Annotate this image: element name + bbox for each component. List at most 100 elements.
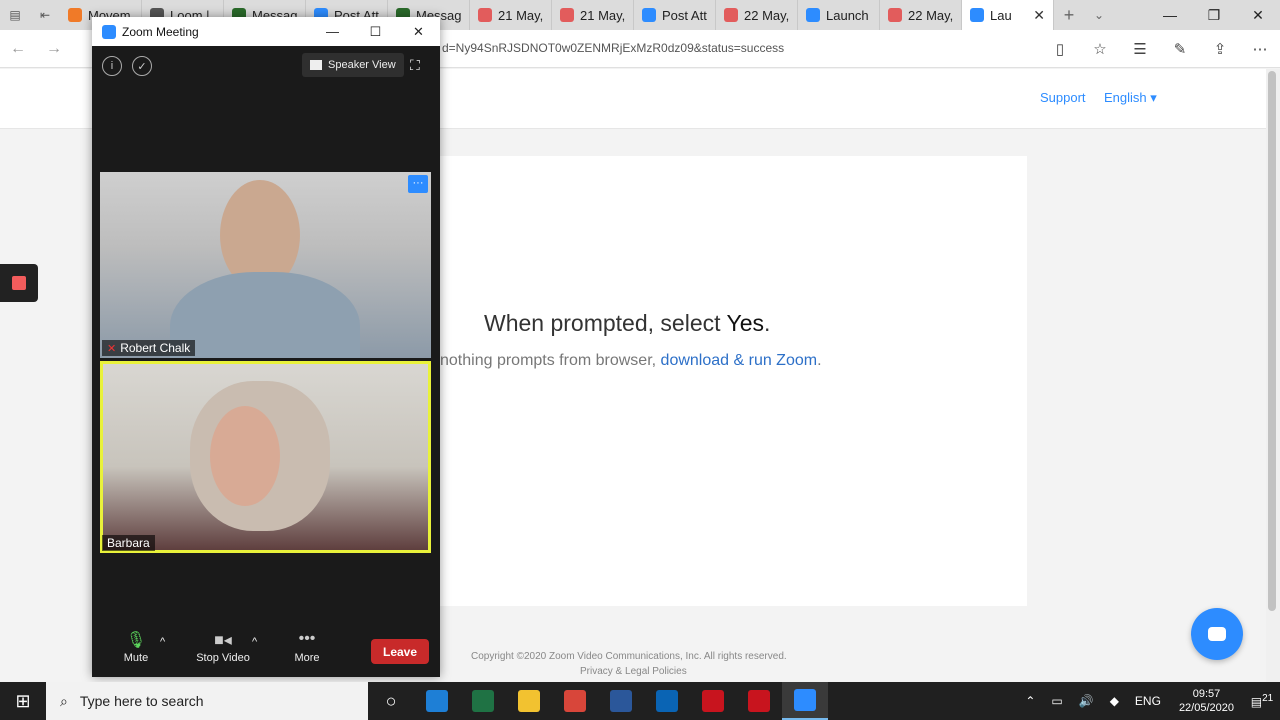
language-dropdown[interactable]: English ▾ (1104, 90, 1157, 106)
show-hidden-icons-chevron-icon[interactable]: ⌃ (1017, 694, 1043, 708)
participant-video (210, 406, 280, 506)
mic-muted-icon: ✕ (107, 342, 117, 355)
tab-label: 21 May, (498, 7, 544, 23)
tab-active[interactable]: Lau ✕ (962, 0, 1054, 30)
language-label: English (1104, 90, 1147, 105)
browser-tab[interactable]: Launch (798, 0, 880, 30)
meeting-info-icon[interactable]: i (102, 56, 122, 76)
back-button[interactable]: ← (0, 30, 36, 68)
tile-more-options-icon[interactable]: ··· (408, 175, 428, 193)
audio-options-chevron-icon[interactable]: ^ (160, 636, 165, 648)
tab-list-chevron-icon[interactable]: ⌄ (1084, 8, 1114, 22)
video-tile-active-speaker[interactable]: Barbara (100, 361, 431, 553)
chrome-icon[interactable] (552, 682, 598, 720)
loom-record-button[interactable] (0, 264, 38, 302)
new-tab-button[interactable]: + (1054, 5, 1084, 26)
acrobat-icon[interactable] (690, 682, 736, 720)
prompt-heading: When prompted, select Yes. (484, 310, 770, 337)
more-button[interactable]: ••• More (290, 630, 324, 664)
zoom-meeting-window: Zoom Meeting — ☐ ✕ i ✓ Speaker View ⛶ ··… (92, 17, 440, 677)
word-icon[interactable] (598, 682, 644, 720)
restore-button[interactable]: ❐ (1192, 0, 1236, 30)
browser-tab[interactable]: 21 May, (470, 0, 552, 30)
clock-date: 22/05/2020 (1178, 702, 1234, 714)
copyright-text: Copyright ©2020 Zoom Video Communication… (471, 651, 787, 662)
tab-favicon-icon (888, 8, 902, 22)
sub-end: . (817, 352, 822, 369)
forward-button[interactable]: → (36, 30, 72, 68)
zoom-icon[interactable] (782, 682, 828, 720)
fullscreen-icon[interactable]: ⛶ (410, 57, 420, 74)
chrome-glyph (564, 690, 586, 712)
web-note-icon[interactable]: ✎ (1160, 40, 1200, 58)
support-link[interactable]: Support (1040, 90, 1086, 105)
search-icon: ⌕ (60, 692, 68, 709)
taskbar-search-box[interactable]: ⌕ Type here to search (46, 682, 368, 720)
security-shield-icon[interactable]: ✓ (132, 56, 152, 76)
zoom-minimize-button[interactable]: — (311, 24, 354, 40)
mute-label: Mute (123, 652, 149, 664)
privacy-link[interactable]: Privacy & Legal Policies (580, 666, 687, 677)
battery-icon[interactable]: ▭ (1043, 694, 1070, 708)
participant-name-tag: Barbara (102, 535, 155, 551)
set-aside-tabs-icon[interactable]: ⇤ (30, 0, 60, 30)
minimize-button[interactable]: — (1148, 0, 1192, 30)
zoom-maximize-button[interactable]: ☐ (354, 24, 397, 40)
video-options-chevron-icon[interactable]: ^ (252, 636, 257, 648)
zoom-favicon-icon (970, 8, 984, 22)
grid-view-icon (310, 60, 322, 70)
cortana-icon[interactable]: ○ (368, 682, 414, 720)
reading-view-icon[interactable]: ▯ (1040, 40, 1080, 58)
mute-button[interactable]: 🎙 Mute (120, 630, 152, 664)
zoom-close-button[interactable]: ✕ (397, 24, 440, 40)
chat-button[interactable] (1191, 608, 1243, 660)
browser-tab[interactable]: 22 May, (716, 0, 798, 30)
file-explorer-glyph (518, 690, 540, 712)
browser-tab[interactable]: 21 May, (552, 0, 634, 30)
leave-button[interactable]: Leave (371, 639, 429, 664)
video-tile[interactable]: ··· ✕ Robert Chalk (100, 172, 431, 358)
input-language[interactable]: ENG (1127, 694, 1169, 708)
notification-count: 21 (1262, 693, 1274, 704)
file-explorer-icon[interactable] (506, 682, 552, 720)
action-center-icon[interactable]: ▤21 (1244, 693, 1280, 709)
tab-overview-icon[interactable]: ▤ (0, 0, 30, 30)
acrobat-glyph (702, 690, 724, 712)
share-icon[interactable]: ⇪ (1200, 40, 1240, 58)
zoom-logo-icon (102, 24, 116, 39)
stop-video-button[interactable]: ■◂ Stop Video (192, 630, 254, 664)
video-camera-icon: ■◂ (214, 632, 232, 649)
tab-favicon-icon (806, 8, 820, 22)
close-tab-icon[interactable]: ✕ (1033, 7, 1045, 24)
edge-icon[interactable] (414, 682, 460, 720)
sub-lead: nothing prompts from browser, (440, 352, 661, 369)
app-red-glyph (748, 690, 770, 712)
microphone-icon: 🎙 (125, 632, 147, 649)
download-run-zoom-link[interactable]: download & run Zoom (661, 352, 818, 369)
dropbox-icon[interactable]: ◆ (1102, 694, 1127, 708)
browser-tab[interactable]: 22 May, (880, 0, 962, 30)
page-scrollbar[interactable] (1266, 69, 1280, 682)
more-menu-icon[interactable]: ⋯ (1240, 40, 1280, 58)
tab-favicon-icon (68, 8, 82, 22)
scroll-thumb[interactable] (1268, 71, 1276, 611)
more-dots-icon: ••• (298, 630, 316, 647)
excel-icon[interactable] (460, 682, 506, 720)
speaker-view-button[interactable]: Speaker View (302, 53, 404, 77)
word-glyph (610, 690, 632, 712)
system-clock[interactable]: 09:57 22/05/2020 (1169, 687, 1244, 715)
windows-taskbar: ⊞ ⌕ Type here to search ○ ⌃ ▭ 🔊 ◆ ENG 09… (0, 682, 1280, 720)
close-window-button[interactable]: ✕ (1236, 0, 1280, 30)
system-tray: ⌃ ▭ 🔊 ◆ ENG 09:57 22/05/2020 ▤21 (1017, 682, 1280, 720)
volume-icon[interactable]: 🔊 (1071, 694, 1102, 708)
windows-start-icon[interactable]: ⊞ (0, 682, 46, 720)
outlook-icon[interactable] (644, 682, 690, 720)
app-red-icon[interactable] (736, 682, 782, 720)
favorite-star-icon[interactable]: ☆ (1080, 40, 1120, 58)
url-field[interactable]: d=Ny94SnRJSDNOT0w0ZENMRjExMzR0dz09&statu… (442, 41, 784, 55)
prompt-subtext: nothing prompts from browser, download &… (440, 352, 822, 370)
tab-label: Launch (826, 7, 869, 23)
favorites-hub-icon[interactable]: ☰ (1120, 40, 1160, 58)
clock-time: 09:57 (1192, 688, 1221, 700)
browser-tab[interactable]: Post Att (634, 0, 716, 30)
